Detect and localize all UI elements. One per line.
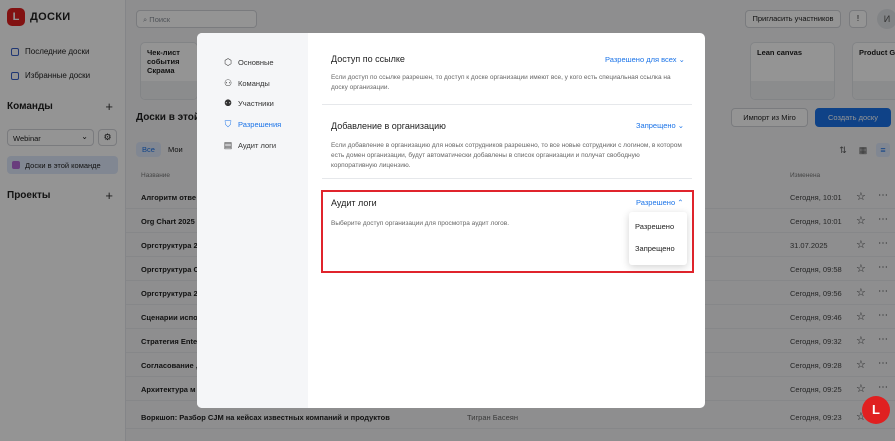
- chevron-down-icon: ⌄: [677, 121, 685, 130]
- hexagon-icon: ⬡: [224, 57, 232, 67]
- link-access-dropdown[interactable]: Разрешено для всех ⌄: [605, 55, 685, 64]
- org-add-dropdown[interactable]: Запрещено ⌄: [636, 121, 684, 130]
- nav-item-label: Участники: [238, 98, 274, 108]
- nav-item-label: Разрешения: [238, 119, 282, 129]
- nav-item-teams[interactable]: ⚇ Команды: [223, 78, 270, 88]
- chevron-down-icon: ⌄: [678, 55, 685, 64]
- nav-item-permissions[interactable]: ⛉ Разрешения: [223, 119, 282, 129]
- help-button[interactable]: L: [862, 396, 890, 424]
- nav-item-members[interactable]: ⚉ Участники: [223, 98, 274, 108]
- nav-item-label: Аудит логи: [238, 140, 277, 150]
- audit-logs-title: Аудит логи: [331, 198, 377, 208]
- audit-logs-value: Разрешено: [636, 198, 676, 207]
- divider: [322, 178, 692, 179]
- nav-item-general[interactable]: ⬡ Основные: [223, 57, 274, 67]
- option-forbidden[interactable]: Запрещено: [635, 244, 675, 253]
- nav-item-audit-logs[interactable]: ▤ Аудит логи: [223, 140, 276, 150]
- settings-nav: ⬡ Основные ⚇ Команды ⚉ Участники ⛉ Разре…: [197, 33, 308, 408]
- chevron-up-icon: ⌃: [677, 198, 684, 207]
- shield-icon: ⛉: [224, 119, 232, 129]
- link-access-title: Доступ по ссылке: [331, 54, 405, 64]
- divider: [322, 104, 692, 105]
- users-icon: ⚉: [223, 98, 233, 108]
- org-add-title: Добавление в организацию: [331, 121, 446, 131]
- nav-item-label: Команды: [238, 78, 270, 88]
- log-icon: ▤: [223, 140, 233, 150]
- org-add-description: Если добавление в организацию для новых …: [331, 142, 682, 169]
- audit-logs-dropdown[interactable]: Разрешено ⌃: [636, 198, 684, 207]
- option-allowed[interactable]: Разрешено: [635, 222, 674, 231]
- nav-item-label: Основные: [238, 57, 274, 67]
- org-add-value: Запрещено: [636, 121, 676, 130]
- settings-modal: ⬡ Основные ⚇ Команды ⚉ Участники ⛉ Разре…: [197, 33, 705, 408]
- team-icon: ⚇: [223, 78, 233, 88]
- link-access-description: Если доступ по ссылке разрешен, то досту…: [331, 74, 671, 91]
- link-access-value: Разрешено для всех: [605, 55, 677, 64]
- audit-logs-options-menu: Разрешено Запрещено: [629, 212, 687, 265]
